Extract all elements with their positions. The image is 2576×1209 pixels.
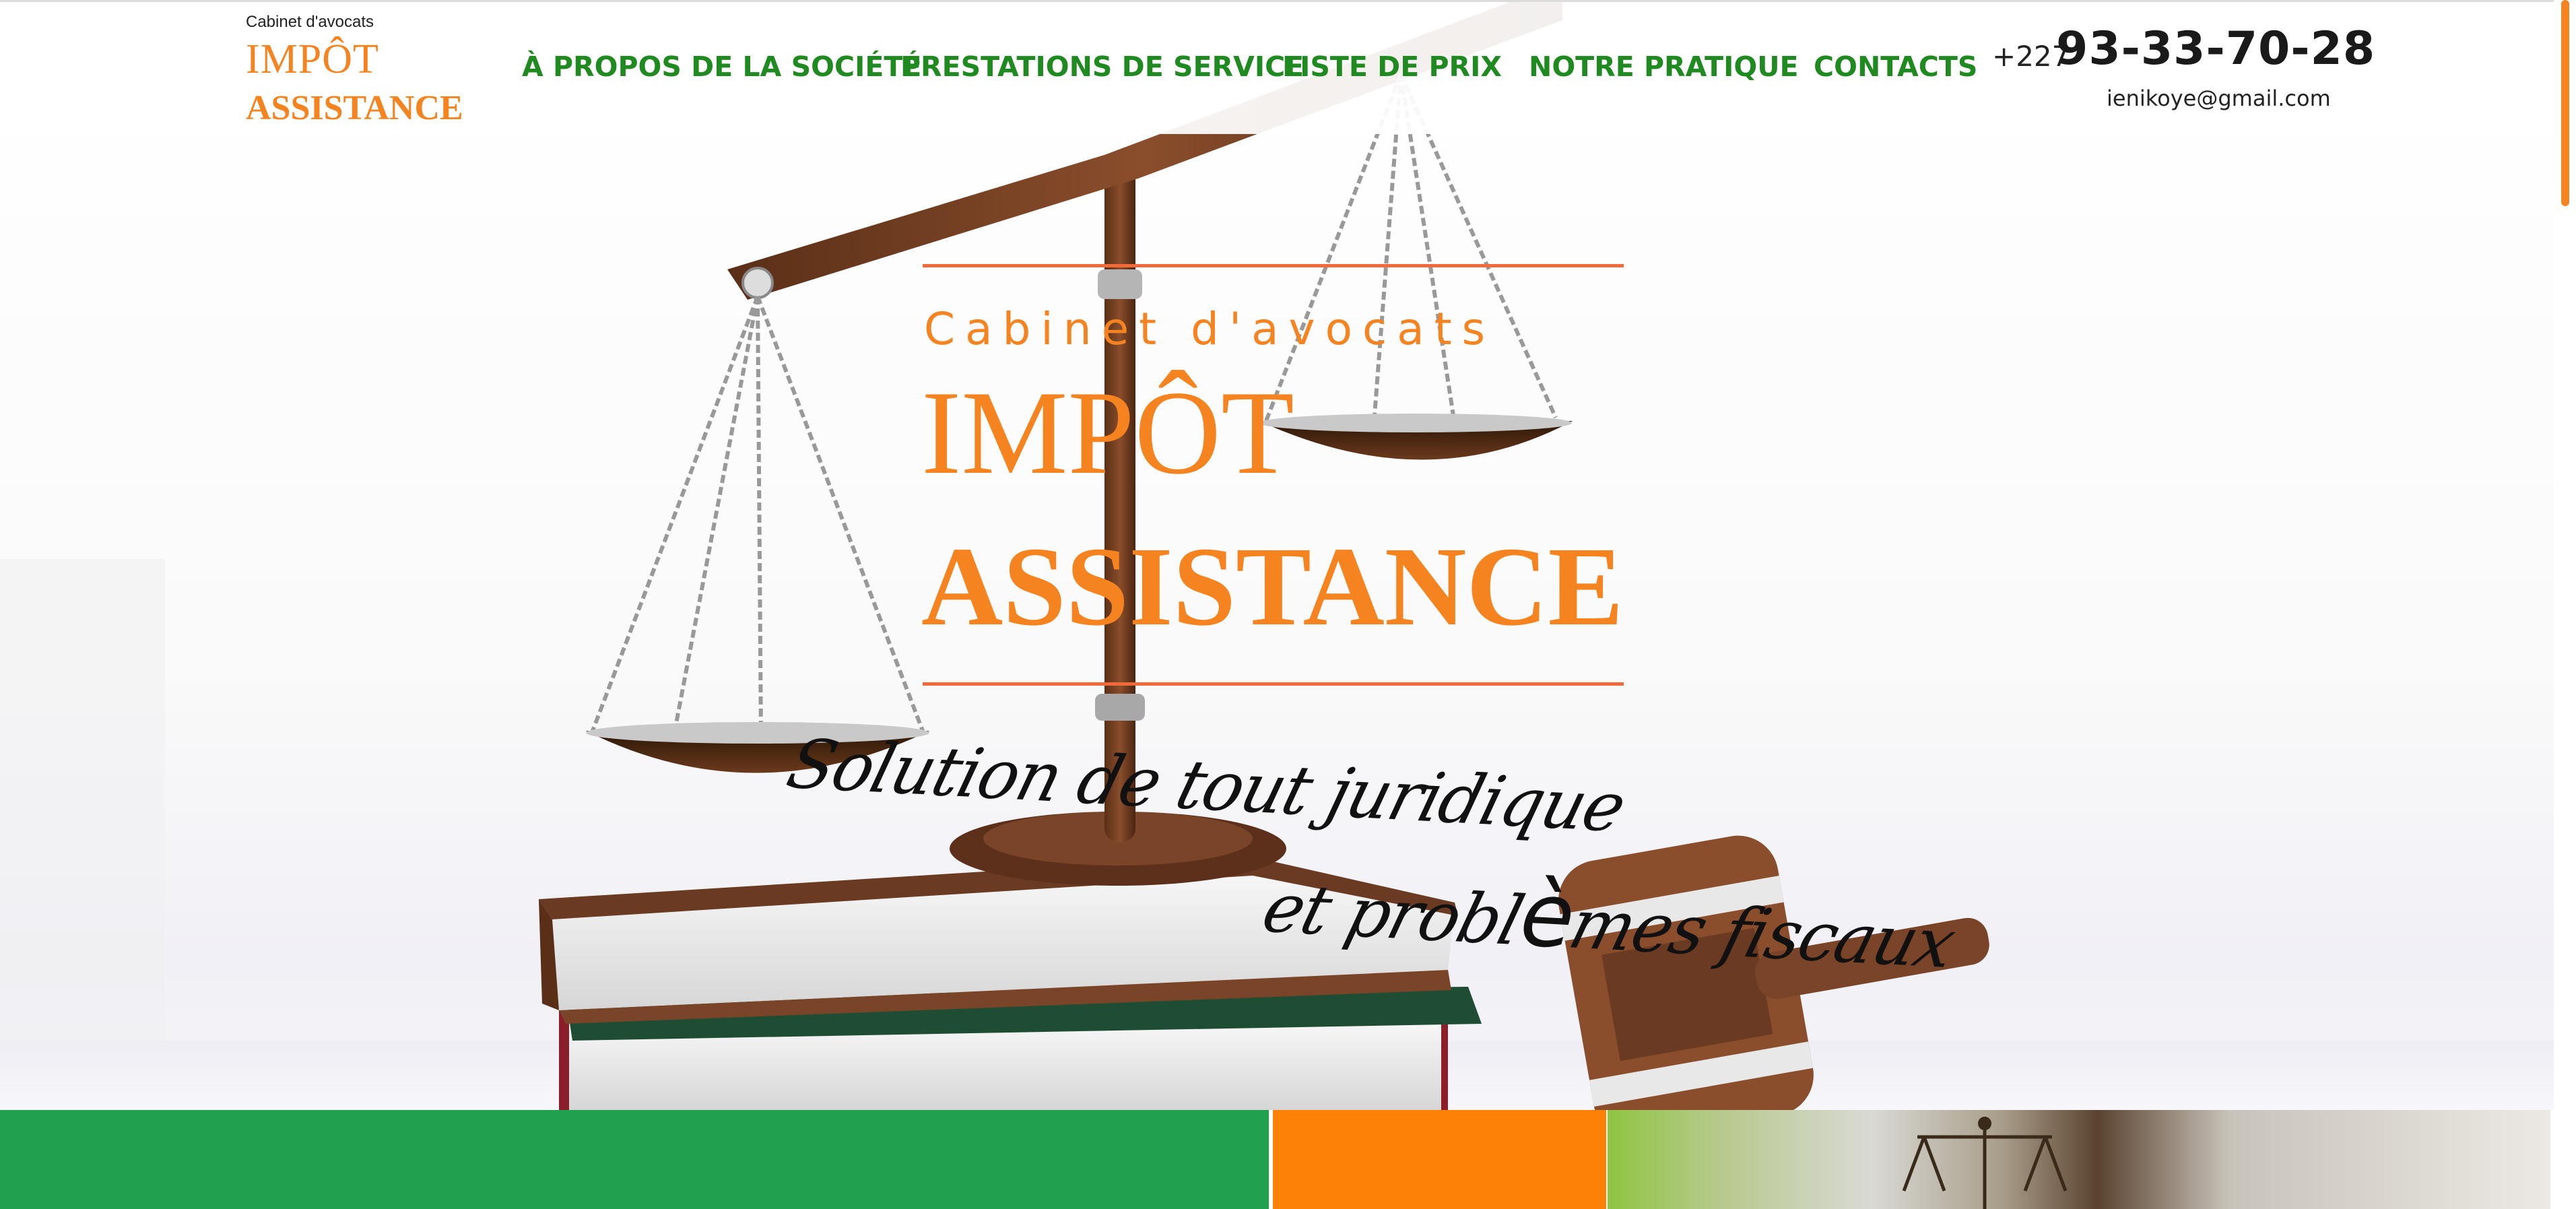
- phone-number[interactable]: 93-33-70-28: [2056, 22, 2375, 75]
- site-header: Cabinet d'avocats IMPÔT ASSISTANCE À PRO…: [0, 0, 2554, 134]
- logo-title-line2[interactable]: ASSISTANCE: [246, 88, 463, 128]
- hero-bottom-rule: [923, 682, 1624, 686]
- nav-item-contacts[interactable]: CONTACTS: [1814, 51, 1977, 83]
- nav-item-notre-pratique[interactable]: NOTRE PRATIQUE: [1529, 51, 1799, 83]
- nav-item-prestations[interactable]: PRESTATIONS DE SERVICE: [900, 51, 1304, 83]
- orange-section-panel: [1273, 1110, 1606, 1209]
- scrollbar-thumb[interactable]: [2561, 0, 2569, 206]
- photo-scales-icon: [1902, 1117, 2068, 1209]
- green-section-panel: [0, 1110, 1269, 1209]
- tagline-part-after: mes fiscaux: [1561, 884, 1963, 983]
- hero-top-rule: [923, 264, 1624, 267]
- logo-title-line1[interactable]: IMPÔT: [246, 36, 379, 84]
- hero-title-line1: IMPÔT: [921, 366, 1294, 499]
- hero-subtitle: Cabinet d'avocats: [924, 303, 1495, 355]
- justice-photo-panel: [1608, 1110, 2550, 1209]
- logo-tagline[interactable]: Cabinet d'avocats: [246, 13, 374, 32]
- tagline-part-before: et probl: [1255, 868, 1531, 960]
- nav-item-liste-de-prix[interactable]: LISTE DE PRIX: [1282, 51, 1502, 83]
- hero-title-line2: ASSISTANCE: [921, 524, 1624, 649]
- email-link[interactable]: ienikoye@gmail.com: [2107, 86, 2331, 111]
- nav-item-a-propos[interactable]: À PROPOS DE LA SOCIÉTÉ: [522, 51, 921, 83]
